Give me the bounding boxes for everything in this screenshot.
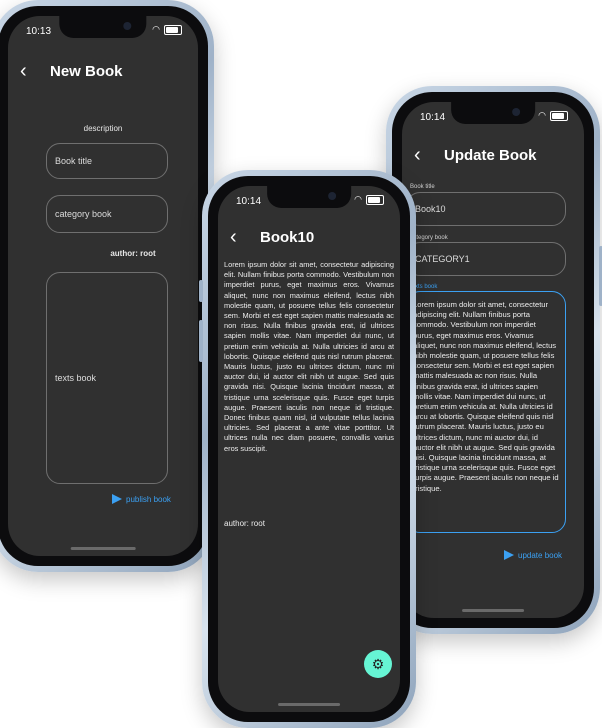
screen-new-book: 10:13 ◠ ‹ New Book description Book titl…: [8, 16, 198, 556]
wifi-icon: ◠: [152, 24, 160, 34]
side-button: [199, 280, 203, 302]
phone-update-book: 10:14 ◠ ‹ Update Book Book title Book10 …: [386, 86, 602, 634]
back-arrow-icon[interactable]: ‹: [414, 144, 434, 167]
battery-icon: [366, 194, 384, 205]
notch: [451, 102, 535, 124]
notch: [59, 16, 147, 38]
send-icon: [504, 550, 514, 560]
status-time: 10:13: [26, 26, 52, 37]
page-title: Update Book: [444, 147, 537, 164]
category-field[interactable]: CATEGORY1: [406, 242, 566, 276]
page-title: Book10: [260, 229, 315, 246]
battery-icon: [550, 110, 568, 121]
book-title-label: Book title: [410, 184, 435, 190]
texts-field[interactable]: Lorem ipsum dolor sit amet, consectetur …: [406, 291, 566, 533]
category-field[interactable]: category book: [46, 195, 168, 233]
status-time: 10:14: [420, 112, 446, 123]
app-bar: ‹ Book10: [218, 226, 400, 249]
texts-field[interactable]: texts book: [46, 272, 168, 484]
book-body-text: Lorem ipsum dolor sit amet, consectetur …: [224, 260, 394, 453]
book-title-field[interactable]: Book title: [46, 143, 168, 179]
category-placeholder: category book: [55, 209, 112, 219]
wifi-icon: ◠: [538, 110, 546, 120]
home-indicator: [462, 609, 524, 612]
update-button[interactable]: update book: [504, 550, 562, 560]
page-title: New Book: [50, 63, 123, 80]
description-label: description: [83, 124, 123, 133]
publish-label: publish book: [126, 494, 171, 504]
back-arrow-icon[interactable]: ‹: [230, 226, 250, 249]
status-icons: ◠: [152, 24, 182, 35]
status-icons: ◠: [354, 194, 384, 205]
texts-placeholder: texts book: [55, 373, 97, 383]
texts-value: Lorem ipsum dolor sit amet, consectetur …: [413, 300, 559, 493]
home-indicator: [70, 547, 136, 550]
battery-icon: [164, 24, 182, 35]
home-indicator: [278, 703, 340, 706]
book-title-field[interactable]: Book10: [406, 192, 566, 226]
app-bar: ‹ New Book: [8, 60, 198, 83]
publish-button[interactable]: publish book: [112, 494, 171, 504]
phone-new-book: 10:13 ◠ ‹ New Book description Book titl…: [0, 0, 214, 572]
book-title-value: Book10: [415, 204, 446, 214]
update-label: update book: [518, 550, 563, 560]
app-bar: ‹ Update Book: [402, 144, 584, 167]
settings-fab[interactable]: ⚙: [364, 650, 392, 678]
author-text: author: root: [224, 519, 265, 528]
send-icon: [112, 494, 122, 504]
phone-book-detail: 10:14 ◠ ‹ Book10 Lorem ipsum dolor sit a…: [199, 170, 416, 728]
wifi-icon: ◠: [354, 194, 362, 204]
notch: [267, 186, 351, 208]
book-title-placeholder: Book title: [55, 156, 93, 166]
phone-bezel: 10:14 ◠ ‹ Book10 Lorem ipsum dolor sit a…: [208, 176, 410, 722]
gear-icon: ⚙: [371, 655, 385, 672]
side-button: [199, 320, 203, 362]
status-time: 10:14: [236, 196, 262, 207]
screen-book-detail: 10:14 ◠ ‹ Book10 Lorem ipsum dolor sit a…: [218, 186, 400, 712]
screen-update-book: 10:14 ◠ ‹ Update Book Book title Book10 …: [402, 102, 584, 618]
phone-bezel: 10:13 ◠ ‹ New Book description Book titl…: [0, 6, 208, 566]
category-value: CATEGORY1: [415, 254, 470, 264]
phone-bezel: 10:14 ◠ ‹ Update Book Book title Book10 …: [392, 92, 594, 628]
back-arrow-icon[interactable]: ‹: [20, 60, 40, 83]
status-icons: ◠: [538, 110, 568, 121]
author-label: author: root: [110, 249, 156, 258]
